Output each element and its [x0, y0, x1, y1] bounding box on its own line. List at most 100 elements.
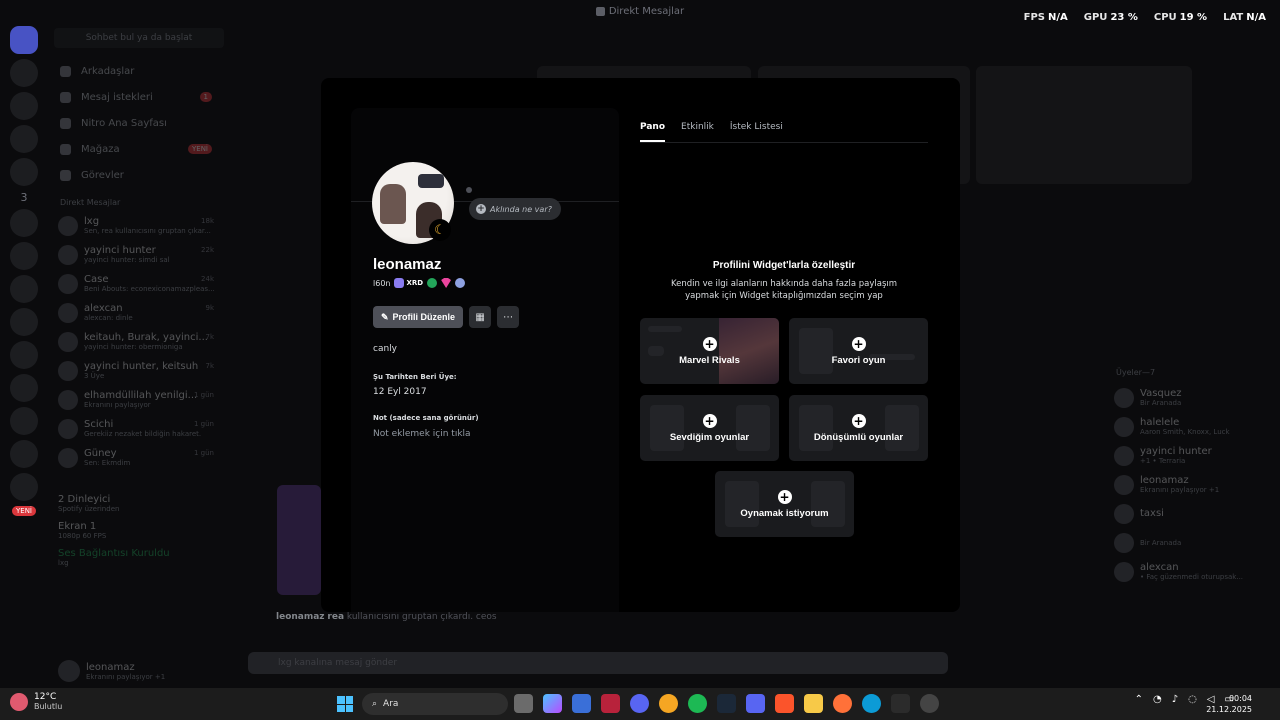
dm-item[interactable]: keitauh, Burak, yayinci... yayinci hunter… [48, 327, 230, 356]
note-input[interactable]: Not eklemek için tıkla [373, 429, 471, 439]
cpu-value: 19 % [1179, 12, 1208, 23]
guild-tag[interactable]: XRD [394, 278, 423, 288]
member-item[interactable]: leonamaz Ekranını paylaşıyor +1 [1110, 470, 1280, 499]
screen-title: Ekran 1 [58, 521, 97, 532]
dm-sidebar: Sohbet bul ya da başlat Arkadaşlar Mesaj… [48, 22, 230, 688]
widget-card-loved-games[interactable]: + Sevdiğim oyunlar [640, 395, 779, 461]
weather-widget[interactable]: 12°C Bulutlu [10, 692, 62, 711]
discord-home-button[interactable] [10, 26, 38, 54]
widget-card-want-to-play[interactable]: + Oynamak istiyorum [715, 471, 854, 537]
avatar [58, 302, 78, 323]
taskbar-search[interactable]: ⌕ Ara [362, 693, 508, 715]
steam-icon[interactable] [717, 694, 736, 713]
widget-card-favorite-game[interactable]: + Favori oyun [789, 318, 928, 384]
note-label: Not (sadece sana görünür) [373, 414, 479, 422]
dm-item[interactable]: lxg Sen, rea kullanıcısını gruptan çıkar.… [48, 211, 230, 240]
message-input[interactable]: lxg kanalına mesaj gönder [248, 652, 948, 674]
nav-nitro[interactable]: Nitro Ana Sayfası [48, 110, 230, 136]
dm-item[interactable]: yayinci hunter, keitsuh 3 Üye 7k [48, 356, 230, 385]
firefox-icon[interactable] [833, 694, 852, 713]
badge-icon[interactable] [427, 278, 438, 288]
dm-time: 1 gün [194, 391, 214, 399]
server-icon[interactable] [10, 407, 38, 435]
dm-item[interactable]: elhamdüllilah yenilgi... Ekranını paylaşı… [48, 385, 230, 414]
server-icon[interactable] [10, 59, 38, 87]
chevron-up-icon[interactable]: ⌃ [1135, 694, 1143, 705]
avatar[interactable] [58, 660, 80, 682]
member-item[interactable]: halelele Aaron Smith, Knoxx, Luck [1110, 412, 1280, 441]
server-icon[interactable] [10, 308, 38, 336]
start-button[interactable] [337, 696, 353, 712]
server-icon[interactable] [10, 275, 38, 303]
app-icon[interactable] [572, 694, 591, 713]
app-icon[interactable] [659, 694, 678, 713]
placeholder-bar [648, 326, 682, 332]
member-item[interactable]: taxsi [1110, 499, 1280, 528]
task-view-icon[interactable] [514, 694, 533, 713]
member-item[interactable]: Vasquez Bir Aranada [1110, 383, 1280, 412]
screen-share-item[interactable]: Ekran 1 1080p 60 FPS [48, 517, 230, 544]
dm-item[interactable]: yayinci hunter yayinci hunter: simdi sal 2… [48, 240, 230, 269]
tab-activity[interactable]: Etkinlik [681, 122, 714, 142]
member-item[interactable]: alexcan • Faç güzenmedi oturupsak... [1110, 557, 1280, 586]
nitro-gem-icon[interactable] [441, 278, 452, 288]
copilot-icon[interactable] [543, 694, 562, 713]
terminal-icon[interactable] [891, 694, 910, 713]
spotify-icon[interactable] [688, 694, 707, 713]
brave-icon[interactable] [775, 694, 794, 713]
dm-item[interactable]: Scichi Gerekiiz nezaket bildiğin hakaret.… [48, 414, 230, 443]
avatar [1114, 503, 1134, 524]
nav-friends[interactable]: Arkadaşlar [48, 58, 230, 84]
more-options-button[interactable]: ⋯ [497, 306, 520, 328]
dm-search-input[interactable]: Sohbet bul ya da başlat [54, 28, 224, 48]
server-icon[interactable] [10, 440, 38, 468]
server-icon[interactable] [10, 473, 38, 501]
discord-icon[interactable] [746, 694, 765, 713]
clock[interactable]: 00:04 21.12.2025 [1206, 693, 1252, 715]
custom-status-button[interactable]: + Aklında ne var? [469, 198, 561, 220]
edge-icon[interactable] [862, 694, 881, 713]
app-icon[interactable] [601, 694, 620, 713]
nav-quests[interactable]: Görevler [48, 162, 230, 188]
member-item[interactable]: yayinci hunter +1 • Terraria [1110, 441, 1280, 470]
shop-icon [60, 143, 71, 155]
member-item[interactable]: Bir Aranada [1110, 528, 1280, 557]
widget-description: Kendin ve ilgi alanların hakkında daha f… [670, 279, 898, 301]
member-name: halelele [1140, 417, 1180, 428]
server-icon[interactable] [10, 242, 38, 270]
voice-connected-label: Ses Bağlantısı Kuruldu [58, 548, 170, 559]
discord-icon[interactable] [630, 694, 649, 713]
server-icon[interactable] [10, 92, 38, 120]
server-icon[interactable] [10, 125, 38, 153]
server-icon[interactable] [10, 209, 38, 237]
booster-badge-icon[interactable] [455, 278, 466, 288]
dm-item[interactable]: alexcan alexcan: dinle 9k [48, 298, 230, 327]
tab-wishlist[interactable]: İstek Listesi [730, 122, 783, 142]
server-icon[interactable] [10, 374, 38, 402]
nav-message-requests[interactable]: Mesaj istekleri 1 [48, 84, 230, 110]
server-icon[interactable] [10, 158, 38, 186]
shop-button[interactable]: ▦ [469, 306, 492, 328]
embed-image[interactable] [277, 485, 321, 595]
dm-name: yayinci hunter [84, 245, 156, 256]
avatar-figure [380, 184, 406, 224]
widget-card-marvel-rivals[interactable]: + Marvel Rivals [640, 318, 779, 384]
member-since-value: 12 Eyl 2017 [373, 387, 427, 397]
dm-item[interactable]: Case Beni Abouts: econexiconamazpleas... 2… [48, 269, 230, 298]
nav-shop[interactable]: Mağaza YENİ [48, 136, 230, 162]
wifi-icon[interactable]: ◌ [1188, 694, 1197, 705]
members-list: Üyeler—7 Vasquez Bir Aranada halelele Aaro… [1110, 364, 1280, 586]
widget-card-rotating-games[interactable]: + Dönüşümlü oyunlar [789, 395, 928, 461]
network-icon[interactable]: ◔ [1153, 694, 1162, 705]
profile-tagline: l60n XRD [373, 278, 466, 288]
tab-board[interactable]: Pano [640, 122, 666, 142]
dm-preview: yayinci hunter: simdi sal [84, 256, 170, 264]
settings-icon[interactable] [920, 694, 939, 713]
server-icon[interactable] [10, 341, 38, 369]
video-tile[interactable] [976, 66, 1192, 184]
dm-item[interactable]: Güney Sen: Ekmdim 1 gün [48, 443, 230, 472]
member-activity: Bir Aranada [1140, 538, 1182, 547]
folder-icon[interactable] [804, 694, 823, 713]
edit-profile-button[interactable]: ✎ Profili Düzenle [373, 306, 464, 328]
mic-icon[interactable]: ♪ [1172, 694, 1178, 705]
